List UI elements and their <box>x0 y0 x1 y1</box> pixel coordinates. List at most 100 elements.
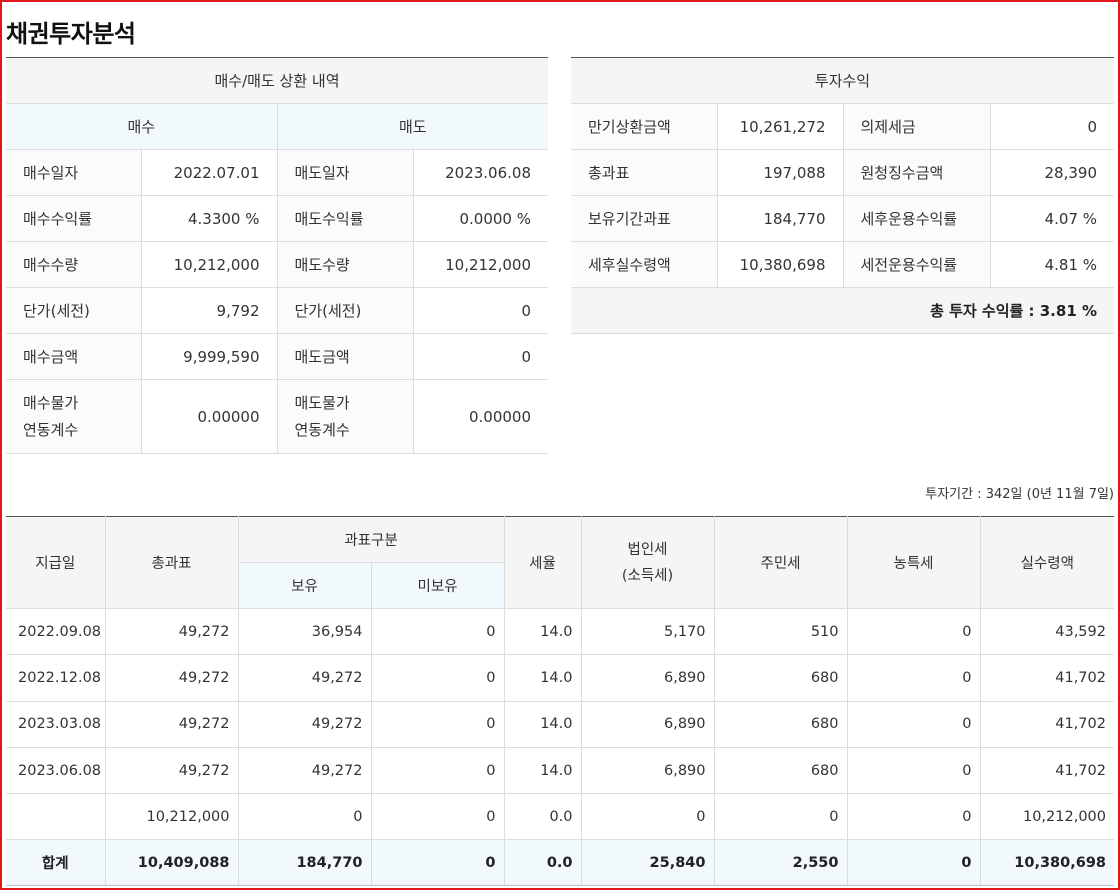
cell-rate: 14.0 <box>503 654 581 702</box>
table-row: 10,212,000 0 0 0.0 0 0 0 10,212,000 <box>6 793 1114 841</box>
trade-row: 매수일자 2022.07.01 매도일자 2023.06.08 <box>6 149 548 196</box>
cell-total: 49,272 <box>104 747 238 795</box>
return-label: 세전운용수익률 <box>843 241 991 288</box>
cell-date <box>6 793 105 841</box>
cell-rural-tax: 0 <box>846 747 980 795</box>
header-rural-tax: 농특세 <box>846 516 980 609</box>
return-row: 세후실수령액 10,380,698 세전운용수익률 4.81 % <box>571 241 1115 288</box>
sell-value: 2023.06.08 <box>413 149 548 196</box>
sell-value: 0 <box>413 333 548 380</box>
cell-not-held: 0 <box>370 793 504 841</box>
cell-resident-tax: 680 <box>713 654 847 702</box>
sell-label: 매도수익률 <box>277 195 414 242</box>
return-label: 의제세금 <box>843 103 991 150</box>
buy-header: 매수 <box>6 103 278 150</box>
table-row: 2023.03.08 49,272 49,272 0 14.0 6,890 68… <box>6 701 1114 748</box>
cell-net: 10,212,000 <box>979 793 1114 841</box>
sell-label: 매도금액 <box>277 333 414 380</box>
cell-net: 41,702 <box>979 654 1114 702</box>
return-row: 총과표 197,088 원청징수금액 28,390 <box>571 149 1115 196</box>
cell-corp-tax: 5,170 <box>580 608 714 656</box>
trade-row: 매수수량 10,212,000 매도수량 10,212,000 <box>6 241 548 288</box>
return-value: 10,380,698 <box>717 241 844 288</box>
sum-total: 10,409,088 <box>104 839 238 887</box>
cell-resident-tax: 680 <box>713 747 847 795</box>
return-value: 4.07 % <box>990 195 1115 242</box>
total-return-rate: 총 투자 수익률 : 3.81 % <box>571 287 1115 334</box>
cell-net: 41,702 <box>979 701 1114 748</box>
buy-value: 4.3300 % <box>141 195 278 242</box>
sell-label: 단가(세전) <box>277 287 414 334</box>
sum-not-held: 0 <box>370 839 504 887</box>
investment-return-table: 투자수익 만기상환금액 10,261,272 의제세금 0 총과표 197,08… <box>571 57 1115 334</box>
cell-rate: 0.0 <box>503 793 581 841</box>
cell-held: 49,272 <box>237 747 371 795</box>
cell-date: 2022.12.08 <box>6 654 105 702</box>
cell-rural-tax: 0 <box>846 608 980 656</box>
cell-corp-tax: 0 <box>580 793 714 841</box>
buy-index-label-line2: 연동계수 <box>23 420 79 439</box>
header-held: 보유 <box>237 562 371 609</box>
buy-value: 9,792 <box>141 287 278 334</box>
cell-rural-tax: 0 <box>846 793 980 841</box>
return-value: 28,390 <box>990 149 1115 196</box>
cell-not-held: 0 <box>370 701 504 748</box>
cell-held: 49,272 <box>237 654 371 702</box>
sell-header: 매도 <box>277 103 548 150</box>
trade-row: 매수수익률 4.3300 % 매도수익률 0.0000 % <box>6 195 548 242</box>
investment-period: 투자기간 : 342일 (0년 11월 7일) <box>925 487 1114 502</box>
sum-resident-tax: 2,550 <box>713 839 847 887</box>
sum-rural-tax: 0 <box>846 839 980 887</box>
buy-label: 매수금액 <box>6 333 142 380</box>
cell-corp-tax: 6,890 <box>580 654 714 702</box>
cell-rate: 14.0 <box>503 701 581 748</box>
cell-not-held: 0 <box>370 608 504 656</box>
sell-label: 매도일자 <box>277 149 414 196</box>
return-label: 세후실수령액 <box>571 241 718 288</box>
buy-label: 매수일자 <box>6 149 142 196</box>
sum-row: 합계 10,409,088 184,770 0 0.0 25,840 2,550… <box>6 839 1114 887</box>
buy-value: 9,999,590 <box>141 333 278 380</box>
cell-held: 49,272 <box>237 701 371 748</box>
sum-net: 10,380,698 <box>979 839 1114 887</box>
buy-value: 2022.07.01 <box>141 149 278 196</box>
return-section-title: 투자수익 <box>571 57 1115 104</box>
sell-index-label-line2: 연동계수 <box>294 420 350 439</box>
cell-rural-tax: 0 <box>846 654 980 702</box>
sell-value: 0 <box>413 287 548 334</box>
return-value: 4.81 % <box>990 241 1115 288</box>
trade-section-title: 매수/매도 상환 내역 <box>6 57 548 104</box>
header-net-received: 실수령액 <box>979 516 1114 609</box>
buy-index-label-line1: 매수물가 <box>23 393 79 412</box>
cell-date: 2023.03.08 <box>6 701 105 748</box>
cell-rural-tax: 0 <box>846 701 980 748</box>
cell-date: 2023.06.08 <box>6 747 105 795</box>
cell-held: 36,954 <box>237 608 371 656</box>
sum-held: 184,770 <box>237 839 371 887</box>
cell-total: 10,212,000 <box>104 793 238 841</box>
return-label: 세후운용수익률 <box>843 195 991 242</box>
table-row: 2023.06.08 49,272 49,272 0 14.0 6,890 68… <box>6 747 1114 795</box>
cell-not-held: 0 <box>370 747 504 795</box>
cell-held: 0 <box>237 793 371 841</box>
payment-schedule-table: 지급일 총과표 과표구분 세율 법인세 (소득세) 주민세 농특세 실수령액 보… <box>6 516 1114 887</box>
sell-value: 10,212,000 <box>413 241 548 288</box>
table-row: 2022.09.08 49,272 36,954 0 14.0 5,170 51… <box>6 608 1114 656</box>
table-row: 2022.12.08 49,272 49,272 0 14.0 6,890 68… <box>6 654 1114 702</box>
cell-net: 41,702 <box>979 747 1114 795</box>
cell-total: 49,272 <box>104 701 238 748</box>
header-not-held: 미보유 <box>370 562 504 609</box>
buy-index-label: 매수물가 연동계수 <box>6 379 142 454</box>
sell-label: 매도수량 <box>277 241 414 288</box>
return-label: 만기상환금액 <box>571 103 718 150</box>
return-value: 197,088 <box>717 149 844 196</box>
sell-value: 0.0000 % <box>413 195 548 242</box>
return-row: 보유기간과표 184,770 세후운용수익률 4.07 % <box>571 195 1115 242</box>
return-label: 총과표 <box>571 149 718 196</box>
return-label: 원청징수금액 <box>843 149 991 196</box>
return-row: 만기상환금액 10,261,272 의제세금 0 <box>571 103 1115 150</box>
cell-rate: 14.0 <box>503 608 581 656</box>
header-payment-date: 지급일 <box>6 516 105 609</box>
sum-label: 합계 <box>6 839 105 887</box>
trade-history-table: 매수/매도 상환 내역 매수 매도 매수일자 2022.07.01 매도일자 2… <box>6 57 548 454</box>
